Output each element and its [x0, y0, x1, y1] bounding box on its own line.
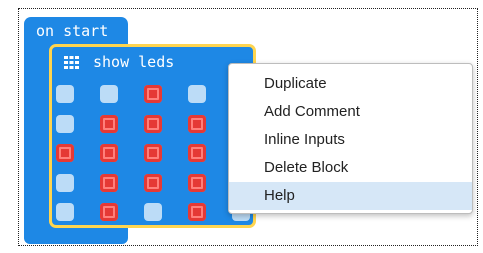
- led-cell[interactable]: [100, 85, 118, 103]
- menu-item-add-comment[interactable]: Add Comment: [229, 98, 472, 126]
- led-cell[interactable]: [188, 114, 206, 133]
- on-start-spine: [24, 44, 52, 230]
- led-cell[interactable]: [188, 85, 206, 103]
- led-cell[interactable]: [56, 114, 74, 133]
- led-cell[interactable]: [144, 114, 162, 133]
- led-cell[interactable]: [100, 144, 118, 162]
- led-cell[interactable]: [144, 144, 162, 162]
- menu-item-duplicate[interactable]: Duplicate: [229, 70, 472, 98]
- led-cell[interactable]: [56, 203, 74, 221]
- show-leds-label: show leds: [93, 53, 175, 71]
- led-cell[interactable]: [188, 173, 206, 192]
- menu-item-help[interactable]: Help: [229, 182, 472, 210]
- led-cell[interactable]: [100, 203, 118, 221]
- led-cell[interactable]: [56, 85, 74, 103]
- menu-item-delete-block[interactable]: Delete Block: [229, 154, 472, 182]
- led-cell[interactable]: [144, 85, 162, 103]
- context-menu: Duplicate Add Comment Inline Inputs Dele…: [228, 63, 473, 214]
- menu-item-inline-inputs[interactable]: Inline Inputs: [229, 126, 472, 154]
- on-start-label: on start: [36, 22, 109, 40]
- led-cell[interactable]: [56, 144, 74, 162]
- on-start-foot: [24, 226, 128, 244]
- led-cell[interactable]: [188, 203, 206, 221]
- led-cell[interactable]: [100, 114, 118, 133]
- led-cell[interactable]: [188, 144, 206, 162]
- led-cell[interactable]: [144, 173, 162, 192]
- led-cell[interactable]: [144, 203, 162, 221]
- led-cell[interactable]: [100, 173, 118, 192]
- grid-icon: [64, 56, 79, 69]
- led-cell[interactable]: [56, 173, 74, 192]
